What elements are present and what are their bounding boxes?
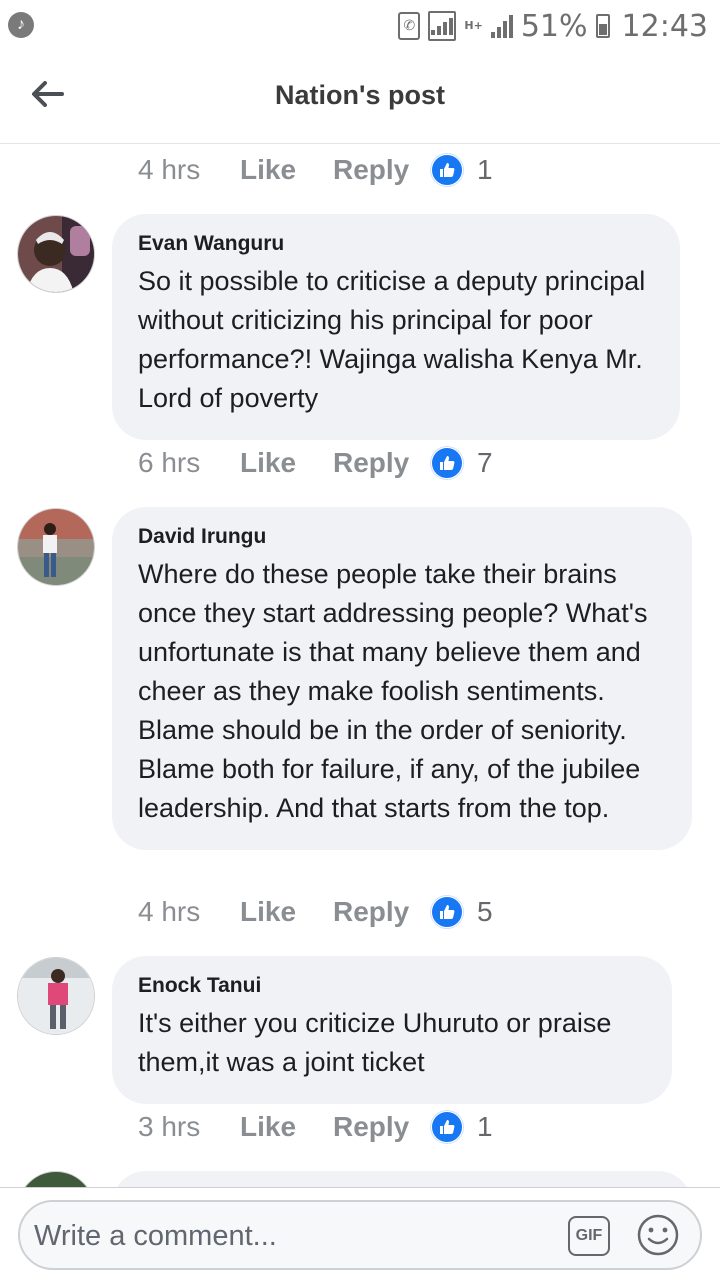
battery-percent: 51% — [520, 8, 588, 44]
phone-icon: ✆ — [398, 12, 421, 40]
reaction-summary[interactable]: 7 — [431, 447, 493, 479]
gif-button[interactable]: GIF — [568, 1216, 610, 1256]
avatar[interactable] — [17, 957, 95, 1035]
comment-text: It's either you criticize Uhuruto or pra… — [138, 1008, 612, 1077]
thumbs-up-icon — [431, 1111, 463, 1143]
comment-timestamp: 4 hrs — [138, 154, 201, 185]
status-icons: ✆ H+ 51% 12:43 — [398, 6, 708, 46]
reaction-summary[interactable]: 5 — [431, 896, 493, 928]
page-title: Nation's post — [275, 80, 445, 110]
comment-bubble[interactable] — [112, 1171, 692, 1187]
commenter-name[interactable]: Enock Tanui — [138, 974, 646, 998]
like-button[interactable]: Like — [240, 447, 333, 479]
comment-timestamp: 6 hrs — [138, 447, 201, 478]
comment-bubble[interactable]: David Irungu Where do these people take … — [112, 507, 692, 850]
reaction-count: 7 — [477, 447, 493, 478]
commenter-name[interactable]: David Irungu — [138, 525, 666, 549]
reaction-count: 1 — [477, 1111, 493, 1142]
clock: 12:43 — [621, 8, 708, 44]
sim-signal-icon — [428, 11, 457, 41]
like-button[interactable]: Like — [240, 896, 333, 928]
like-button[interactable]: Like — [240, 1111, 333, 1143]
like-button[interactable]: Like — [240, 154, 333, 186]
thumbs-up-icon — [431, 896, 463, 928]
reply-button[interactable]: Reply — [333, 447, 431, 479]
comment-field: GIF — [18, 1200, 702, 1270]
emoji-button[interactable] — [636, 1213, 680, 1257]
reply-button[interactable]: Reply — [333, 154, 431, 186]
comment-actions: 4 hrs Like Reply 1 — [138, 150, 493, 190]
avatar[interactable] — [17, 1171, 95, 1187]
cell-signal-icon — [490, 14, 513, 38]
comment-composer: GIF — [0, 1187, 720, 1280]
smiley-face-icon — [637, 1214, 679, 1256]
reaction-count: 1 — [477, 154, 493, 185]
comment-actions: 4 hrs Like Reply 5 — [138, 892, 493, 932]
comment-bubble[interactable]: Evan Wanguru So it possible to criticise… — [112, 214, 680, 440]
thumbs-up-icon — [431, 154, 463, 186]
comment-timestamp: 4 hrs — [138, 896, 201, 927]
avatar-photo — [18, 216, 94, 292]
comment-bubble[interactable]: Enock Tanui It's either you criticize Uh… — [112, 956, 672, 1104]
avatar-photo — [18, 509, 94, 585]
commenter-name[interactable]: Evan Wanguru — [138, 232, 654, 256]
comment-input[interactable] — [34, 1214, 554, 1258]
avatar-photo — [18, 958, 94, 1034]
reaction-summary[interactable]: 1 — [431, 154, 493, 186]
reply-button[interactable]: Reply — [333, 896, 431, 928]
comment-text: Where do these people take their brains … — [138, 559, 648, 823]
comment-timestamp: 3 hrs — [138, 1111, 201, 1142]
comment-actions: 3 hrs Like Reply 1 — [138, 1107, 493, 1147]
comment-text: So it possible to criticise a deputy pri… — [138, 266, 646, 413]
comment-actions: 6 hrs Like Reply 7 — [138, 443, 493, 483]
thumbs-up-icon — [431, 447, 463, 479]
avatar[interactable] — [17, 215, 95, 293]
battery-icon — [595, 14, 610, 38]
reaction-summary[interactable]: 1 — [431, 1111, 493, 1143]
avatar[interactable] — [17, 508, 95, 586]
status-bar: ♪ ✆ H+ 51% 12:43 — [0, 0, 720, 52]
reply-button[interactable]: Reply — [333, 1111, 431, 1143]
app-header: Nation's post — [0, 52, 720, 144]
reaction-count: 5 — [477, 896, 493, 927]
music-note-icon: ♪ — [8, 12, 34, 38]
comments-list: 4 hrs Like Reply 1 Evan Wanguru So it po… — [0, 145, 720, 1187]
network-type-label: H+ — [464, 19, 483, 32]
